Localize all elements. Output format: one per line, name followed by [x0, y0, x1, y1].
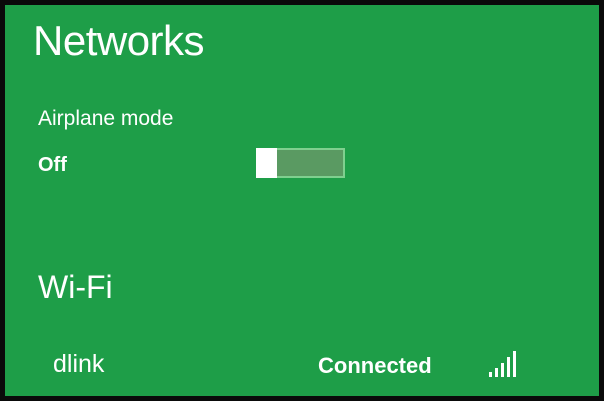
network-name: dlink: [53, 350, 105, 378]
airplane-mode-toggle[interactable]: [256, 148, 345, 178]
wifi-section-title: Wi-Fi: [38, 269, 113, 305]
panel-title: Networks: [33, 17, 205, 64]
network-item-dlink[interactable]: dlink Connected: [38, 345, 538, 385]
airplane-mode-state: Off: [38, 154, 67, 176]
signal-strength-icon: [489, 351, 516, 377]
toggle-knob[interactable]: [256, 148, 277, 178]
network-status: Connected: [318, 353, 432, 378]
airplane-mode-label: Airplane mode: [38, 107, 174, 130]
networks-panel: Networks Airplane mode Off Wi-Fi dlink C…: [0, 0, 604, 401]
